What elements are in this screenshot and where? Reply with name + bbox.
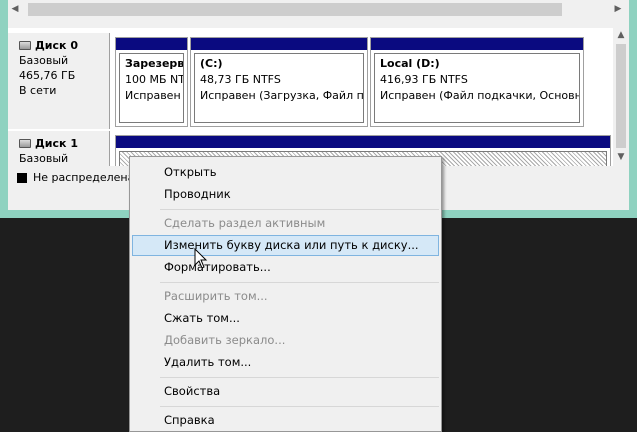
legend-label: Не распределена [33, 171, 135, 184]
menu-item-change-drive-letter[interactable]: Изменить букву диска или путь к диску... [132, 235, 439, 256]
horizontal-scrollbar[interactable]: ◀ ▶ [8, 0, 629, 20]
unallocated-swatch-icon [17, 172, 27, 183]
partition-name: Зарезерви [125, 57, 184, 70]
menu-item-open[interactable]: Открыть [132, 162, 439, 183]
partition-bar [116, 136, 610, 148]
disk-1-type: Базовый [19, 152, 69, 165]
scroll-left-icon[interactable]: ◀ [8, 3, 22, 16]
menu-item-properties[interactable]: Свойства [132, 381, 439, 402]
partition-d[interactable]: Local (D:) 416,93 ГБ NTFS Исправен (Файл… [370, 37, 584, 127]
menu-item-explorer[interactable]: Проводник [132, 184, 439, 205]
partition-name: (C:) [200, 57, 223, 70]
scroll-right-icon[interactable]: ▶ [611, 3, 625, 16]
disk-1-label[interactable]: Диск 1 Базовый [8, 131, 110, 166]
partition-bar [116, 38, 187, 50]
disk-1-name: Диск 1 [35, 137, 78, 150]
context-menu: Открыть Проводник Сделать раздел активны… [129, 156, 442, 432]
partition-size: 48,73 ГБ NTFS [200, 73, 281, 86]
partition-size: 416,93 ГБ NTFS [380, 73, 468, 86]
disk-0-name: Диск 0 [35, 39, 78, 52]
partition-name: Local (D:) [380, 57, 440, 70]
partition-bar [191, 38, 367, 50]
disk-0-type: Базовый [19, 54, 69, 67]
scroll-up-icon[interactable]: ▲ [613, 28, 629, 42]
menu-separator [160, 282, 439, 283]
menu-item-shrink-volume[interactable]: Сжать том... [132, 308, 439, 329]
partition-size: 100 МБ NTI [125, 73, 184, 86]
menu-separator [160, 406, 439, 407]
partition-reserved[interactable]: Зарезерви 100 МБ NTI Исправен ( [115, 37, 188, 127]
disk-0-status: В сети [19, 84, 57, 97]
partition-state: Исправен ( [125, 89, 184, 102]
partition-state: Исправен (Загрузка, Файл по, [200, 89, 364, 102]
menu-item-delete-volume[interactable]: Удалить том... [132, 352, 439, 373]
disk-icon [19, 139, 31, 148]
menu-separator [160, 377, 439, 378]
menu-item-help[interactable]: Справка [132, 410, 439, 431]
menu-item-format[interactable]: Форматировать... [132, 257, 439, 278]
mouse-cursor-icon [194, 248, 208, 269]
disk-pane: Диск 0 Базовый 465,76 ГБ В сети Зарезерв… [8, 28, 613, 166]
disk-0-label[interactable]: Диск 0 Базовый 465,76 ГБ В сети [8, 33, 110, 129]
menu-item-add-mirror[interactable]: Добавить зеркало... [132, 330, 439, 351]
vertical-scrollbar[interactable]: ▲ ▼ [613, 28, 629, 166]
partition-c[interactable]: (C:) 48,73 ГБ NTFS Исправен (Загрузка, Ф… [190, 37, 368, 127]
menu-item-mark-active[interactable]: Сделать раздел активным [132, 213, 439, 234]
partition-state: Исправен (Файл подкачки, Основно [380, 89, 580, 102]
disk-0-size: 465,76 ГБ [19, 69, 76, 82]
scroll-down-icon[interactable]: ▼ [613, 150, 629, 164]
partition-bar [371, 38, 583, 50]
menu-separator [160, 209, 439, 210]
vertical-scroll-thumb[interactable] [616, 44, 626, 148]
horizontal-scroll-thumb[interactable] [28, 3, 562, 16]
menu-item-extend-volume[interactable]: Расширить том... [132, 286, 439, 307]
disk-icon [19, 41, 31, 50]
